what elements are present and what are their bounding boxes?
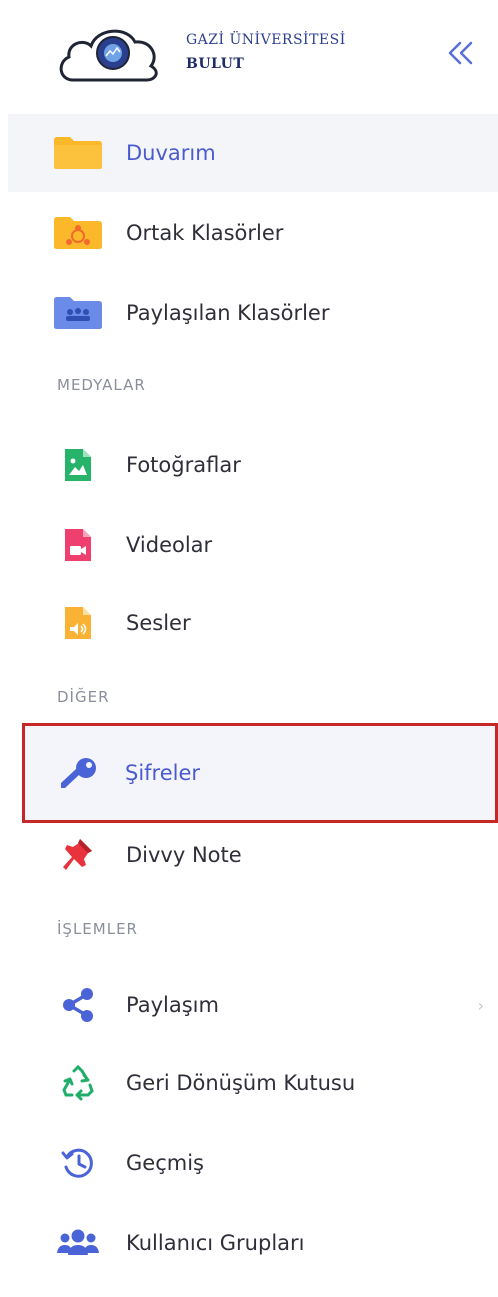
nav-item-label: Sesler	[126, 611, 191, 635]
nav-item-label: Paylaşılan Klasörler	[126, 301, 330, 325]
image-file-icon	[52, 447, 104, 483]
nav-item-videolar[interactable]: Videolar	[0, 506, 498, 584]
nav-item-divvy-note[interactable]: Divvy Note	[0, 816, 498, 894]
brand-name: GAZİ ÜNİVERSİTESİ BULUT	[186, 28, 346, 76]
pin-icon	[52, 837, 104, 873]
shared-folder-icon	[52, 215, 104, 251]
section-heading-medyalar: MEDYALAR	[57, 376, 146, 394]
nav-item-label: Divvy Note	[126, 843, 242, 867]
nav-item-duvarim[interactable]: Duvarım	[8, 114, 498, 192]
cloud-logo-icon	[59, 29, 158, 82]
audio-file-icon	[52, 605, 104, 641]
collapse-sidebar-icon[interactable]	[444, 38, 478, 68]
history-icon	[52, 1145, 104, 1181]
nav-item-paylasilan-klasorler[interactable]: Paylaşılan Klasörler	[0, 274, 498, 352]
section-heading-islemler: İŞLEMLER	[57, 920, 138, 938]
nav-item-label: Geçmiş	[126, 1151, 204, 1175]
video-file-icon	[52, 527, 104, 563]
nav-item-label: Paylaşım	[126, 993, 219, 1017]
nav-item-ortak-klasorler[interactable]: Ortak Klasörler	[0, 194, 498, 272]
nav-item-gecmis[interactable]: Geçmiş	[0, 1124, 498, 1202]
nav-item-label: Geri Dönüşüm Kutusu	[126, 1071, 356, 1095]
folder-icon	[52, 135, 104, 171]
nav-item-label: Kullanıcı Grupları	[126, 1231, 305, 1255]
share-icon	[52, 987, 104, 1023]
recycle-icon	[52, 1065, 104, 1101]
nav-item-kullanici-gruplari[interactable]: Kullanıcı Grupları	[0, 1204, 498, 1282]
nav-item-label: Videolar	[126, 533, 213, 557]
section-heading-diger: DİĞER	[57, 688, 110, 706]
chevron-right-icon: ›	[477, 995, 484, 1015]
key-icon	[53, 755, 105, 791]
nav-item-sesler[interactable]: Sesler	[0, 584, 498, 662]
nav-item-geri-donusum-kutusu[interactable]: Geri Dönüşüm Kutusu	[0, 1044, 498, 1122]
brand-line1: GAZİ ÜNİVERSİTESİ	[186, 32, 346, 48]
nav-item-label: Fotoğraflar	[126, 453, 241, 477]
nav-item-label: Duvarım	[126, 141, 216, 165]
nav-item-paylasim[interactable]: Paylaşım ›	[0, 966, 498, 1044]
brand-line2: BULUT	[186, 56, 245, 72]
nav-item-label: Şifreler	[125, 761, 201, 785]
group-folder-icon	[52, 295, 104, 331]
sidebar-header: GAZİ ÜNİVERSİTESİ BULUT	[0, 0, 498, 100]
nav-item-label: Ortak Klasörler	[126, 221, 284, 245]
nav-item-sifreler[interactable]: Şifreler	[22, 723, 498, 823]
nav-item-fotograflar[interactable]: Fotoğraflar	[0, 426, 498, 504]
users-icon	[52, 1225, 104, 1261]
